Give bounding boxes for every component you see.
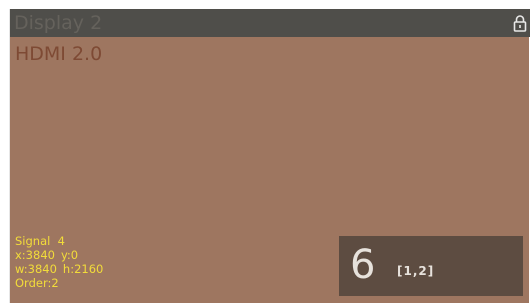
identifier-panel: 6 [1,2] (339, 236, 523, 296)
display-title-bar[interactable]: Display 2 (10, 9, 530, 37)
identifier-number: 6 (350, 242, 376, 288)
y-position: y:0 (60, 248, 79, 262)
port-label: HDMI 2.0 (15, 43, 103, 65)
signal-line: Signal 4 (15, 234, 65, 248)
x-position: x:3840 (15, 248, 55, 262)
height-value: h:2160 (62, 262, 104, 276)
width-value: w:3840 (15, 262, 57, 276)
display-info: Signal 4 x:3840 y:0 w:3840 h:2160 Order:2 (15, 234, 103, 290)
order-line: Order:2 (15, 276, 59, 290)
size-line: w:3840 h:2160 (15, 262, 103, 276)
display-tile[interactable]: Display 2 HDMI 2.0 Signal 4 x:3840 y:0 w:… (9, 9, 530, 303)
display-name: Display 2 (14, 12, 103, 34)
grid-position: [1,2] (397, 264, 435, 278)
position-line: x:3840 y:0 (15, 248, 103, 262)
lock-icon[interactable] (513, 14, 527, 32)
